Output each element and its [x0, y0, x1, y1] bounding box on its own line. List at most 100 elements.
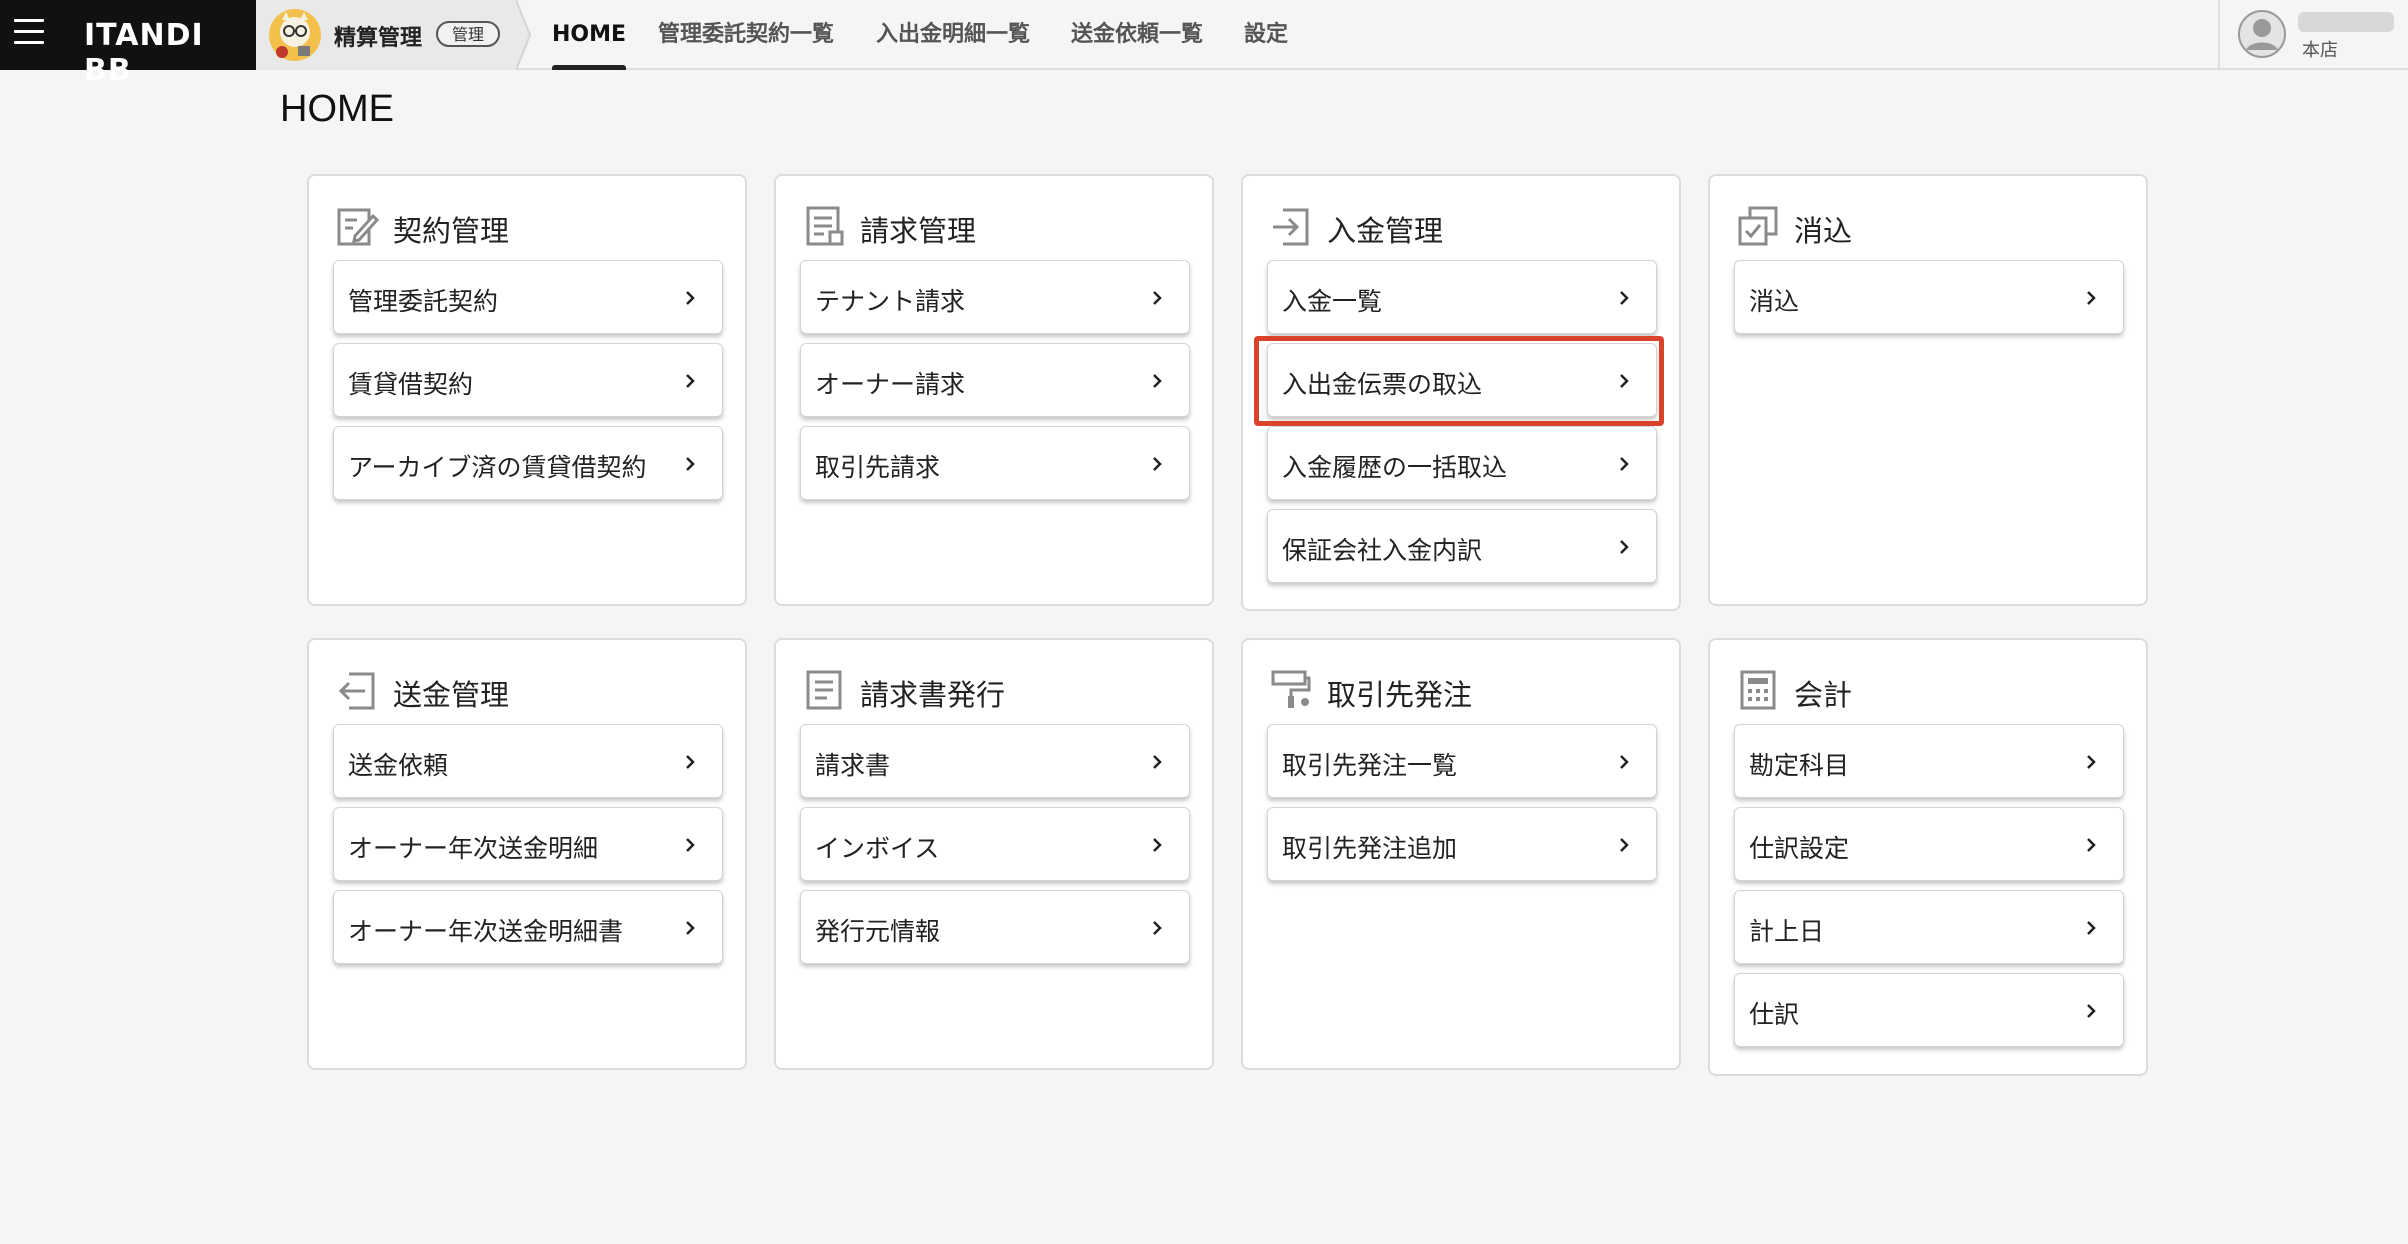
nav-home[interactable]: HOME [552, 0, 627, 70]
menu-item[interactable]: アーカイブ済の賃貸借契約 [333, 426, 723, 500]
menu-item[interactable]: 送金依頼 [333, 724, 723, 798]
nav-home-label: HOME [552, 22, 627, 47]
card-title: 請求管理 [860, 214, 977, 248]
calculator-icon [1740, 670, 1776, 710]
menu-item-label: テナント請求 [815, 287, 966, 316]
card-title: 消込 [1794, 214, 1853, 248]
brand-bar: ITANDI BB [0, 0, 256, 88]
chevron-right-icon [2087, 291, 2096, 305]
nav-active-indicator [552, 65, 627, 70]
menu-item[interactable]: 仕訳設定 [1734, 807, 2124, 881]
menu-item-label: 賃貸借契約 [348, 370, 474, 399]
menu-item[interactable]: オーナー年次送金明細書 [333, 890, 723, 964]
hamburger-menu-icon[interactable] [14, 19, 44, 49]
contract-edit-icon [337, 208, 379, 246]
menu-item-label: アーカイブ済の賃貸借契約 [348, 453, 647, 482]
chevron-right-icon [1153, 755, 1162, 769]
menu-item-label: 仕訳設定 [1749, 834, 1850, 863]
menu-item[interactable]: 計上日 [1734, 890, 2124, 964]
chevron-right-icon [686, 921, 695, 935]
menu-item-label: 消込 [1749, 287, 1800, 316]
chevron-right-icon [1620, 540, 1629, 554]
menu-item-label: 送金依頼 [348, 751, 449, 780]
nav-remittance-requests[interactable]: 送金依頼一覧 [1071, 0, 1203, 70]
card-title: 入金管理 [1327, 214, 1444, 248]
menu-item[interactable]: 取引先請求 [800, 426, 1190, 500]
chevron-right-icon [2087, 1004, 2096, 1018]
chevron-divider-icon [516, 0, 532, 70]
reconcile-check-icon [1738, 206, 1778, 246]
chevron-right-icon [1620, 457, 1629, 471]
menu-item-label: 保証会社入金内訳 [1282, 536, 1483, 565]
menu-item-label: インボイス [815, 834, 940, 863]
menu-item[interactable]: 管理委託契約 [333, 260, 723, 334]
deposit-in-icon [1273, 208, 1309, 246]
chevron-right-icon [686, 374, 695, 388]
menu-item-label: 管理委託契約 [348, 287, 499, 316]
menu-item-label: 入金一覧 [1282, 287, 1383, 316]
chevron-right-icon [2087, 838, 2096, 852]
chevron-right-icon [2087, 755, 2096, 769]
menu-item[interactable]: 賃貸借契約 [333, 343, 723, 417]
chevron-right-icon [1153, 291, 1162, 305]
page-title: HOME [280, 88, 394, 130]
menu-item[interactable]: 保証会社入金内訳 [1267, 509, 1657, 583]
card-contract-management: 契約管理 管理委託契約 賃貸借契約 アーカイブ済の賃貸借契約 [307, 174, 747, 606]
document-icon [806, 670, 842, 710]
menu-item-label: 勘定科目 [1749, 751, 1850, 780]
brand-logo-text: ITANDI BB [84, 18, 204, 88]
menu-item[interactable]: 取引先発注追加 [1267, 807, 1657, 881]
paint-roller-icon [1271, 670, 1311, 708]
menu-item[interactable]: 取引先発注一覧 [1267, 724, 1657, 798]
card-title: 請求書発行 [860, 678, 1006, 712]
chevron-right-icon [686, 291, 695, 305]
nav-settings[interactable]: 設定 [1244, 0, 1288, 70]
cat-mascot-icon [269, 9, 321, 61]
app-switcher[interactable]: 精算管理 管理 [256, 0, 516, 70]
menu-item[interactable]: 勘定科目 [1734, 724, 2124, 798]
menu-item[interactable]: 請求書 [800, 724, 1190, 798]
menu-item-label: 仕訳 [1749, 1000, 1800, 1029]
card-title: 契約管理 [393, 214, 510, 248]
chevron-right-icon [686, 838, 695, 852]
card-accounting: 会計 勘定科目 仕訳設定 計上日 仕訳 [1708, 638, 2148, 1076]
menu-item-label: 請求書 [815, 751, 891, 780]
remit-out-icon [338, 672, 375, 710]
menu-item[interactable]: 仕訳 [1734, 973, 2124, 1047]
menu-item-label: オーナー年次送金明細書 [348, 917, 624, 946]
menu-item-label: オーナー請求 [815, 370, 966, 399]
user-avatar-icon [2238, 10, 2286, 58]
menu-item-label: 計上日 [1749, 917, 1825, 946]
top-header: ITANDI BB 精算管理 管理 HOME 管理委託契約一覧 入出金明細一覧 … [0, 0, 2408, 88]
menu-item-label: 発行元情報 [815, 917, 941, 946]
chevron-right-icon [1153, 374, 1162, 388]
menu-item[interactable]: オーナー請求 [800, 343, 1190, 417]
chevron-right-icon [686, 755, 695, 769]
chevron-right-icon [1620, 755, 1629, 769]
menu-item[interactable]: インボイス [800, 807, 1190, 881]
menu-item[interactable]: 入金一覧 [1267, 260, 1657, 334]
card-title: 会計 [1794, 678, 1853, 712]
menu-item-label: オーナー年次送金明細 [348, 834, 599, 863]
card-invoice-issuance: 請求書発行 請求書 インボイス 発行元情報 [774, 638, 1214, 1070]
chevron-right-icon [1153, 457, 1162, 471]
chevron-right-icon [1153, 921, 1162, 935]
menu-item[interactable]: 発行元情報 [800, 890, 1190, 964]
invoice-list-icon [806, 206, 844, 246]
menu-item[interactable]: 入金履歴の一括取込 [1267, 426, 1657, 500]
menu-item-label: 入金履歴の一括取込 [1282, 453, 1508, 482]
nav-management-contracts[interactable]: 管理委託契約一覧 [658, 0, 834, 70]
user-menu[interactable]: 本店 [2218, 0, 2408, 70]
chevron-right-icon [686, 457, 695, 471]
menu-item[interactable]: テナント請求 [800, 260, 1190, 334]
menu-item[interactable]: オーナー年次送金明細 [333, 807, 723, 881]
menu-item-label: 取引先請求 [815, 453, 941, 482]
menu-item[interactable]: 消込 [1734, 260, 2124, 334]
card-remittance-management: 送金管理 送金依頼 オーナー年次送金明細 オーナー年次送金明細書 [307, 638, 747, 1070]
highlight-box [1254, 336, 1664, 426]
user-branch: 本店 [2302, 40, 2338, 61]
card-title: 取引先発注 [1327, 678, 1473, 712]
card-billing-management: 請求管理 テナント請求 オーナー請求 取引先請求 [774, 174, 1214, 606]
menu-item-label: 取引先発注一覧 [1282, 751, 1458, 780]
nav-transactions[interactable]: 入出金明細一覧 [876, 0, 1030, 70]
